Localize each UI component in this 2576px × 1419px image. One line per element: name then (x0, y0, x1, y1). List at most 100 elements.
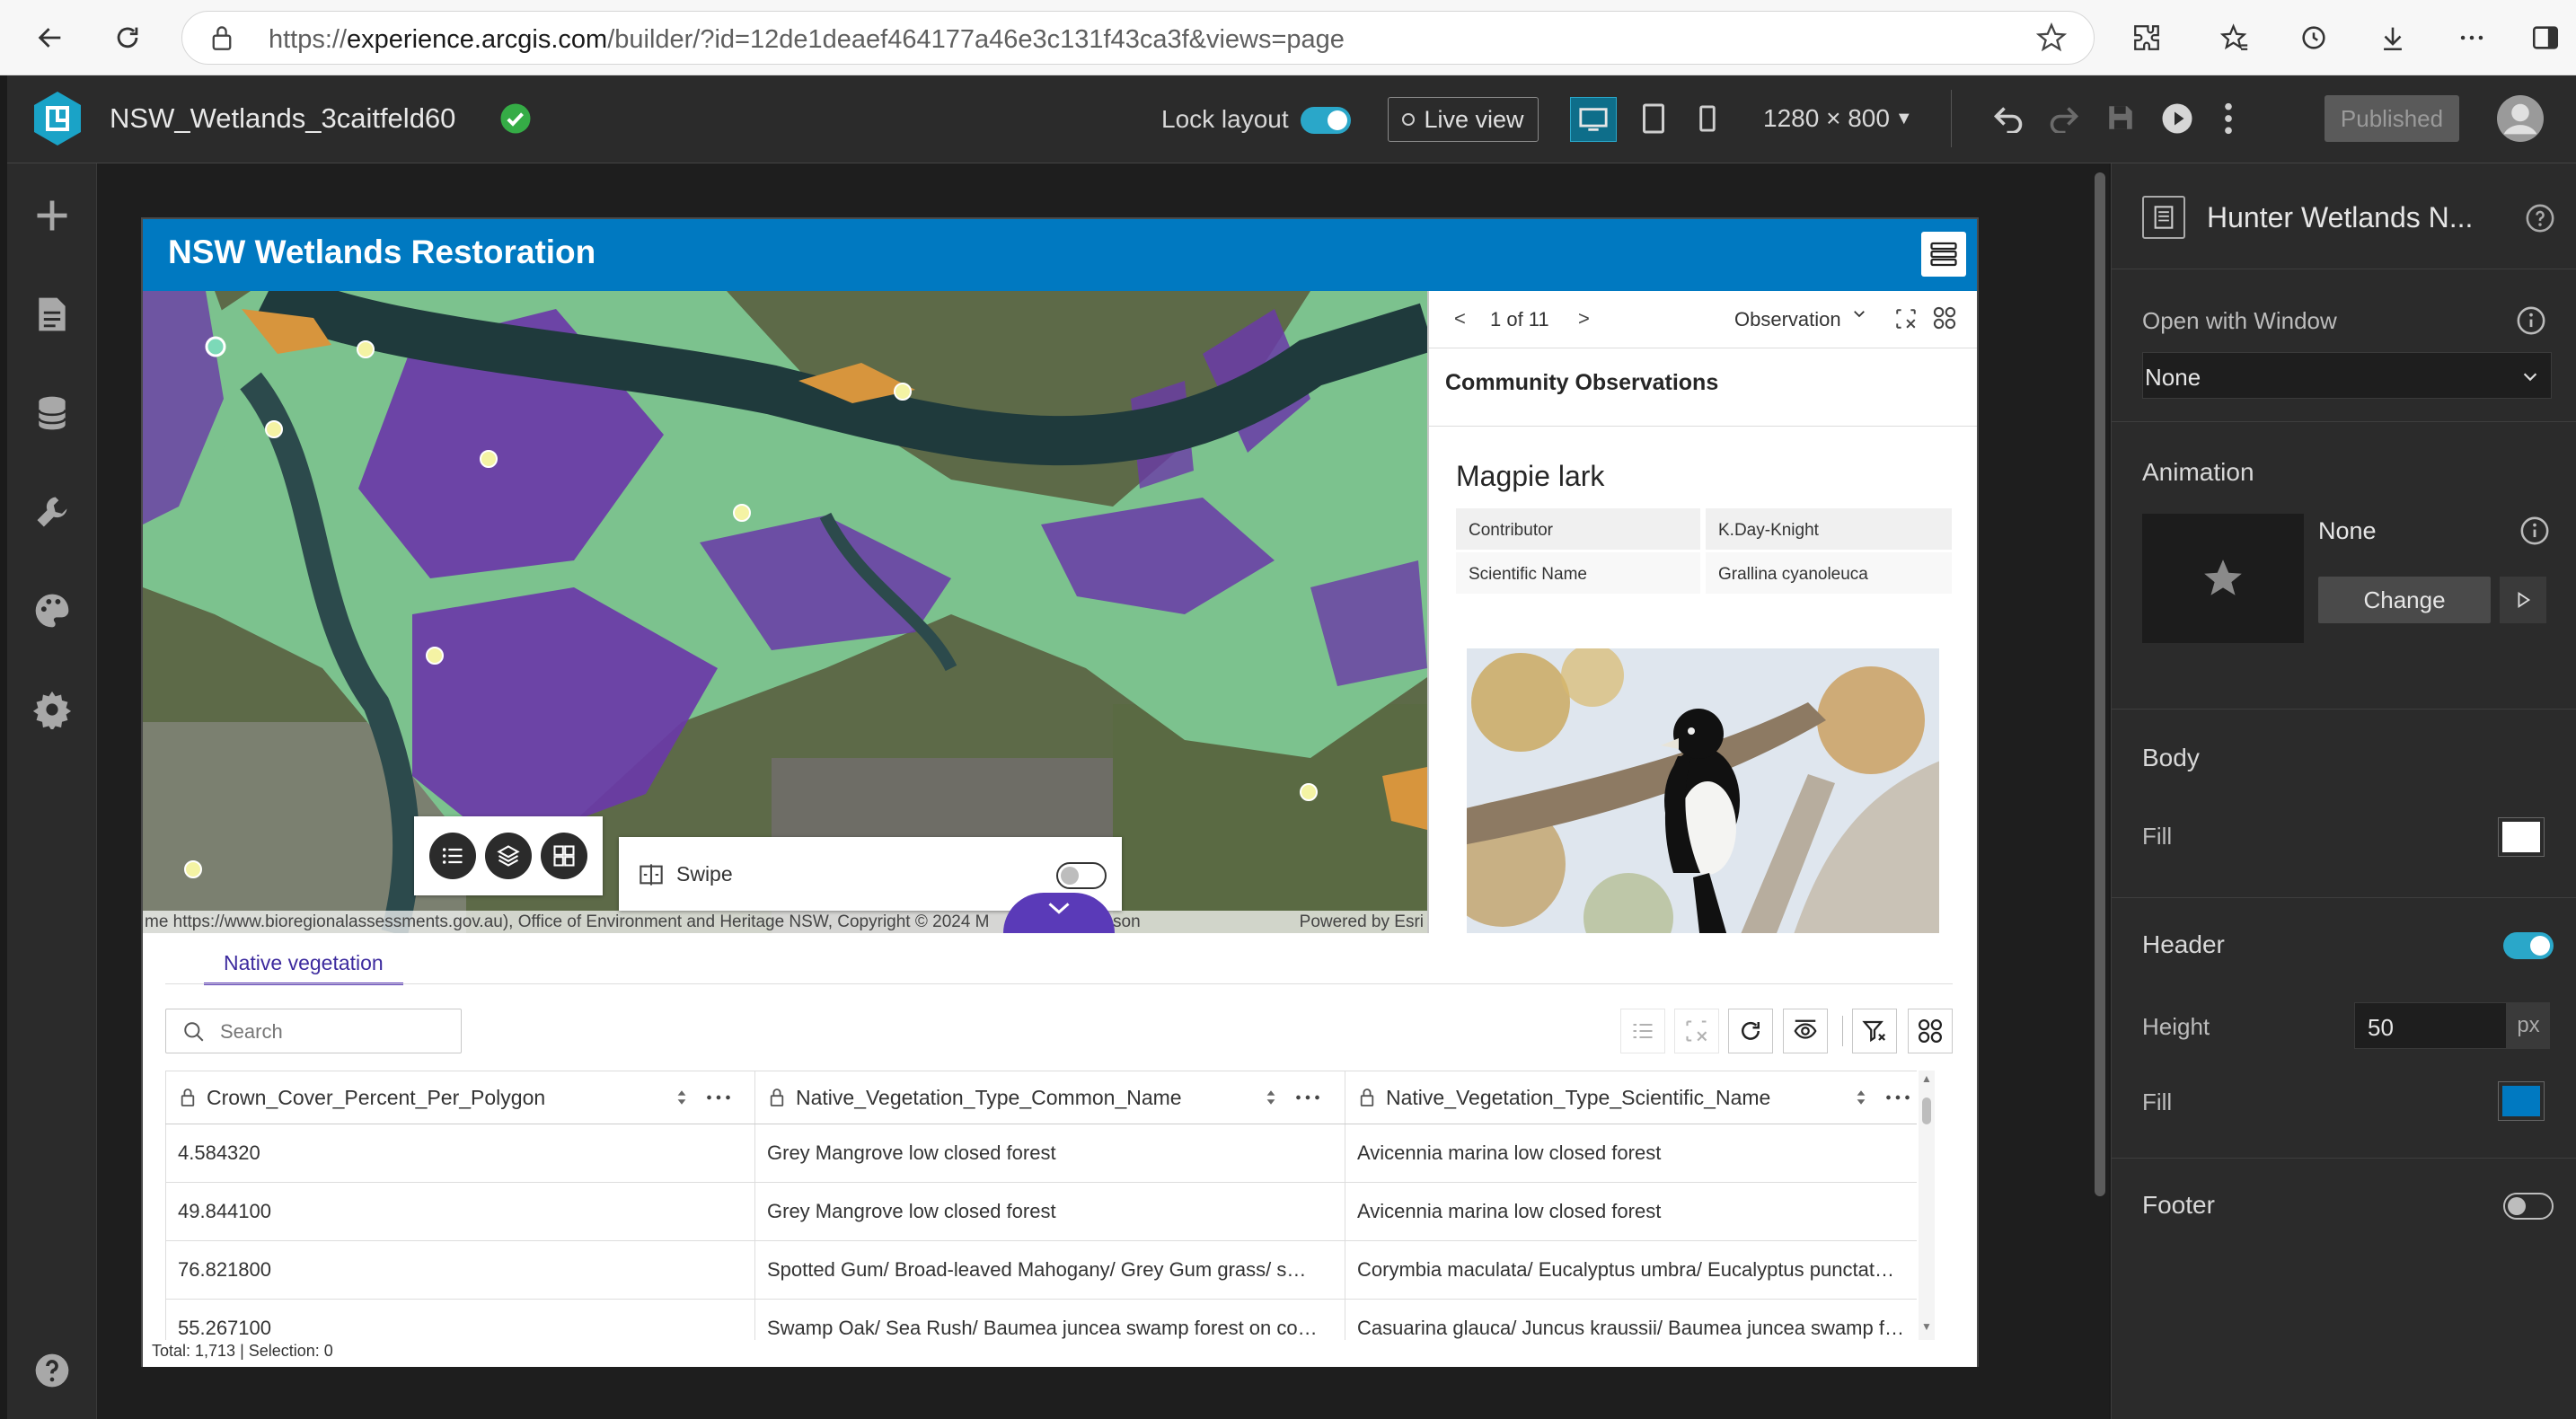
clear-selection-icon[interactable] (1674, 1009, 1719, 1053)
page-icon[interactable] (27, 289, 77, 339)
show-selected-icon[interactable] (1620, 1009, 1665, 1053)
prev-feature-button[interactable]: < (1454, 307, 1466, 331)
widget-wrench-icon[interactable] (27, 487, 77, 537)
table-cell: 55.267100 (165, 1300, 754, 1340)
magpie-lark-photo (1467, 648, 1939, 933)
table-cell: Avicennia marina low closed forest (1345, 1183, 1917, 1241)
attribution-text: me https://www.bioregionalassessments.go… (145, 912, 990, 931)
table-more-options-icon[interactable] (1908, 1009, 1953, 1053)
swipe-icon (639, 862, 664, 887)
filter-icon[interactable] (1852, 1009, 1897, 1053)
swipe-toggle[interactable] (1056, 862, 1107, 889)
change-animation-button[interactable]: Change (2318, 577, 2491, 623)
feature-title: Magpie lark (1456, 460, 1605, 492)
sidebar-toggle-icon[interactable] (2526, 18, 2565, 57)
attribute-table: Crown_Cover_Percent_Per_Polygon Native_V… (165, 1071, 1935, 1340)
sort-icon[interactable] (1855, 1088, 1867, 1107)
more-actions-grid-icon[interactable] (1932, 305, 1957, 331)
attribute-value: Grallina cyanoleuca (1706, 552, 1952, 594)
live-view-label: Live view (1424, 105, 1524, 133)
open-with-window-select[interactable]: None (2142, 352, 2552, 399)
favorites-icon[interactable] (2215, 18, 2254, 57)
extensions-icon[interactable] (2127, 18, 2166, 57)
theme-palette-icon[interactable] (27, 586, 77, 636)
browser-toolbar: https://experience.arcgis.com/builder/?i… (0, 0, 2576, 75)
body-fill-color-swatch[interactable] (2498, 817, 2545, 857)
more-icon[interactable] (2452, 18, 2492, 57)
table-scroll-thumb[interactable] (1922, 1097, 1931, 1124)
redo-icon[interactable] (2048, 102, 2080, 133)
column-header[interactable]: Native_Vegetation_Type_Scientific_Name (1345, 1071, 1917, 1124)
show-hide-columns-icon[interactable] (1783, 1009, 1828, 1053)
clear-selection-icon[interactable] (1894, 307, 1918, 331)
page-title: NSW Wetlands Restoration (168, 234, 596, 270)
animation-section: Animation None Change (2112, 422, 2576, 710)
header-fill-color-swatch[interactable] (2498, 1081, 2545, 1121)
page-preview: NSW Wetlands Restoration me https://www.… (141, 217, 1979, 1367)
table-widget: Native vegetation Search Crown_Cover_Per… (143, 933, 1977, 1367)
footer-section: Footer (2112, 1159, 2576, 1248)
column-header[interactable]: Native_Vegetation_Type_Common_Name (754, 1071, 1345, 1124)
column-menu-icon[interactable] (1295, 1094, 1320, 1101)
undo-icon[interactable] (1992, 102, 2025, 133)
tab-native-vegetation[interactable]: Native vegetation (204, 944, 403, 985)
download-icon[interactable] (2373, 18, 2413, 57)
experience-builder-logo-icon (31, 90, 84, 147)
table-cell: Grey Mangrove low closed forest (754, 1124, 1345, 1183)
settings-panel: Hunter Wetlands N... Open with Window No… (2111, 163, 2576, 1419)
preview-play-icon[interactable] (2161, 102, 2193, 135)
select-value: None (2145, 364, 2201, 391)
lock-layout-toggle[interactable] (1301, 107, 1351, 134)
refresh-table-icon[interactable] (1728, 1009, 1773, 1053)
column-menu-icon[interactable] (706, 1094, 731, 1101)
tablet-view-icon[interactable] (1640, 102, 1667, 135)
header-height-input[interactable]: 50 (2354, 1002, 2507, 1049)
published-button[interactable]: Published (2325, 95, 2459, 142)
settings-gear-icon[interactable] (27, 684, 77, 735)
play-animation-icon[interactable] (2500, 577, 2546, 623)
basemap-gallery-icon[interactable] (541, 833, 587, 879)
saved-check-icon (499, 102, 532, 135)
address-bar[interactable]: https://experience.arcgis.com/builder/?i… (181, 11, 2095, 65)
favorite-star-icon[interactable] (2036, 22, 2067, 53)
canvas-scrollbar[interactable] (2095, 172, 2105, 1196)
desktop-view-icon[interactable] (1570, 97, 1617, 142)
more-options-icon[interactable] (2222, 101, 2235, 137)
back-arrow-icon[interactable] (31, 18, 70, 57)
help-circle-icon[interactable] (2525, 203, 2555, 234)
open-with-window-label: Open with Window (2142, 307, 2337, 334)
header-toggle[interactable] (2503, 932, 2554, 959)
attribute-value: K.Day-Knight (1706, 508, 1952, 550)
table-search-input[interactable]: Search (165, 1009, 462, 1053)
column-menu-icon[interactable] (1885, 1094, 1910, 1101)
legend-list-icon[interactable] (429, 833, 476, 879)
save-icon[interactable] (2105, 102, 2136, 133)
sort-icon[interactable] (675, 1088, 688, 1107)
history-icon[interactable] (2294, 18, 2333, 57)
toolbar-divider (1842, 1016, 1843, 1046)
help-icon[interactable] (27, 1345, 77, 1396)
table-cell: Grey Mangrove low closed forest (754, 1183, 1345, 1241)
resolution-dropdown[interactable]: 1280 × 800 ▼ (1763, 104, 1913, 133)
column-header[interactable]: Crown_Cover_Percent_Per_Polygon (165, 1071, 754, 1124)
phone-view-icon[interactable] (1698, 104, 1717, 133)
attribution-text-tail: son (1113, 912, 1141, 931)
table-cell: Spotted Gum/ Broad-leaved Mahogany/ Grey… (754, 1241, 1345, 1300)
table-scrollbar[interactable]: ▲ ▼ (1919, 1071, 1935, 1340)
tab-divider (165, 983, 1953, 984)
body-fill-label: Fill (2142, 823, 2173, 850)
info-icon[interactable] (2516, 305, 2546, 336)
user-avatar-icon[interactable] (2497, 95, 2544, 142)
insert-plus-icon[interactable] (27, 190, 77, 241)
live-view-button[interactable]: Live view (1388, 97, 1539, 142)
refresh-icon[interactable] (108, 18, 147, 57)
data-icon[interactable] (27, 388, 77, 438)
map-widget[interactable]: me https://www.bioregionalassessments.go… (143, 291, 1427, 933)
next-feature-button[interactable]: > (1578, 307, 1590, 331)
page-menu-icon[interactable] (1921, 232, 1966, 277)
footer-toggle[interactable] (2503, 1193, 2554, 1220)
sort-icon[interactable] (1265, 1088, 1277, 1107)
layers-icon[interactable] (485, 833, 532, 879)
layer-select[interactable]: Observation (1734, 308, 1841, 331)
info-icon[interactable] (2519, 516, 2550, 546)
